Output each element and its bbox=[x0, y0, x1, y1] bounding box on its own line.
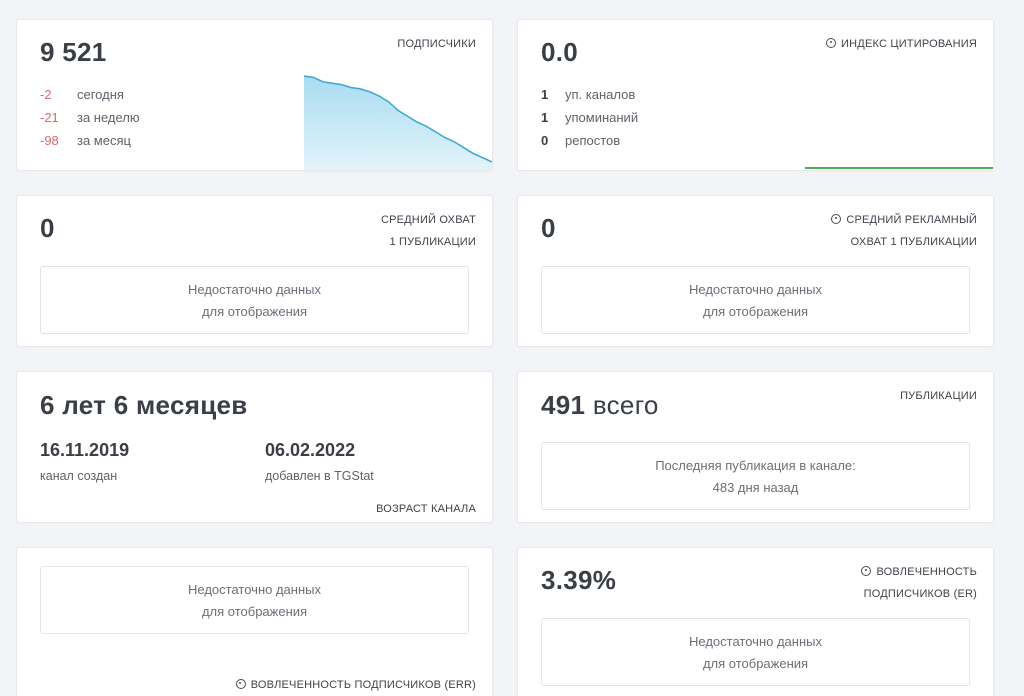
stat-row-mentions: 1 упоминаний bbox=[541, 110, 638, 128]
stat-value: -2 bbox=[40, 87, 52, 102]
er-value: 3.39% bbox=[541, 565, 617, 595]
no-data-box: Недостаточно данных для отображения bbox=[541, 618, 970, 686]
publications-card[interactable]: 491 всего публикации Последняя публикаци… bbox=[517, 371, 994, 523]
avg-ad-reach-label-line2: охват 1 публикации bbox=[850, 236, 977, 248]
help-icon[interactable] bbox=[831, 214, 842, 224]
stat-value: 0 bbox=[541, 133, 549, 148]
channel-age-label: возраст канала bbox=[376, 503, 476, 515]
stat-row-reposts: 0 репостов bbox=[541, 133, 620, 151]
stat-row-week: -21 за неделю bbox=[40, 110, 140, 128]
subscribers-sparkline[interactable] bbox=[304, 74, 492, 171]
stat-text: репостов bbox=[565, 133, 621, 148]
sparkline-area bbox=[304, 76, 492, 170]
publications-number: 491 bbox=[541, 390, 586, 420]
subscribers-card[interactable]: 9 521 подписчики -2 сегодня -21 за недел… bbox=[16, 19, 493, 171]
stat-text: уп. каналов bbox=[565, 87, 636, 102]
no-data-line2: для отображения bbox=[702, 304, 809, 319]
no-data-box: Недостаточно данных для отображения bbox=[541, 266, 970, 334]
last-publication-line1: Последняя публикация в канале: bbox=[655, 458, 856, 473]
citation-label-text: индекс цитирования bbox=[841, 38, 977, 50]
no-data-box: Недостаточно данных для отображения bbox=[40, 266, 469, 334]
created-label: канал создан bbox=[40, 469, 118, 483]
no-data-box: Недостаточно данных для отображения bbox=[40, 566, 469, 634]
help-icon[interactable] bbox=[861, 566, 872, 576]
stat-value: -98 bbox=[40, 133, 59, 148]
er-label-line2: подписчиков (ER) bbox=[863, 588, 977, 600]
no-data-line1: Недостаточно данных bbox=[188, 582, 321, 597]
stat-value: 1 bbox=[541, 110, 549, 125]
avg-reach-label-line2: 1 публикации bbox=[389, 236, 476, 248]
publications-suffix: всего bbox=[592, 390, 659, 420]
no-data-line1: Недостаточно данных bbox=[689, 282, 822, 297]
last-publication-box: Последняя публикация в канале: 483 дня н… bbox=[541, 442, 970, 510]
subscribers-label: подписчики bbox=[397, 38, 476, 50]
subscribers-count: 9 521 bbox=[40, 37, 107, 67]
publications-count: 491 всего bbox=[541, 390, 659, 421]
avg-reach-value: 0 bbox=[40, 213, 55, 243]
stat-text: сегодня bbox=[77, 87, 124, 102]
no-data-line2: для отображения bbox=[201, 304, 308, 319]
stat-row-today: -2 сегодня bbox=[40, 87, 124, 105]
stat-row-month: -98 за месяц bbox=[40, 133, 131, 151]
stat-row-channels: 1 уп. каналов bbox=[541, 87, 635, 105]
citation-card[interactable]: 0.0 индекс цитирования 1 уп. каналов 1 у… bbox=[517, 19, 994, 171]
last-publication-line2: 483 дня назад bbox=[712, 480, 799, 495]
citation-label: индекс цитирования bbox=[826, 33, 977, 55]
avg-ad-reach-value: 0 bbox=[541, 213, 556, 243]
no-data-line2: для отображения bbox=[201, 604, 308, 619]
added-label: добавлен в TGStat bbox=[265, 469, 374, 483]
no-data-line2: для отображения bbox=[702, 656, 809, 671]
avg-ad-reach-label-line1: средний рекламный bbox=[846, 214, 977, 226]
avg-ad-reach-card[interactable]: 0 средний рекламный охват 1 публикации Н… bbox=[517, 195, 994, 347]
added-date: 06.02.2022 bbox=[265, 440, 356, 460]
stat-value: -21 bbox=[40, 110, 59, 125]
created-date: 16.11.2019 bbox=[40, 440, 130, 460]
stat-value: 1 bbox=[541, 87, 549, 102]
help-icon[interactable] bbox=[235, 679, 246, 689]
avg-reach-label: средний охват 1 публикации bbox=[381, 209, 476, 253]
stat-text: за месяц bbox=[77, 133, 131, 148]
no-data-line1: Недостаточно данных bbox=[689, 634, 822, 649]
er-label-line1: вовлеченность bbox=[876, 566, 977, 578]
citation-sparkline bbox=[805, 167, 993, 169]
err-label: вовлеченность подписчиков (ERR) bbox=[235, 674, 476, 696]
no-data-line1: Недостаточно данных bbox=[188, 282, 321, 297]
err-label-text: вовлеченность подписчиков (ERR) bbox=[250, 679, 476, 691]
err-card[interactable]: Недостаточно данных для отображения вовл… bbox=[16, 547, 493, 696]
help-icon[interactable] bbox=[826, 38, 837, 48]
avg-ad-reach-label: средний рекламный охват 1 публикации bbox=[831, 209, 977, 253]
avg-reach-label-line1: средний охват bbox=[380, 214, 476, 226]
publications-label: публикации bbox=[900, 390, 977, 402]
avg-reach-card[interactable]: 0 средний охват 1 публикации Недостаточн… bbox=[16, 195, 493, 347]
stat-text: за неделю bbox=[77, 110, 140, 125]
er-card[interactable]: 3.39% вовлеченность подписчиков (ER) Нед… bbox=[517, 547, 994, 696]
channel-age-card[interactable]: 6 лет 6 месяцев 16.11.2019 канал создан … bbox=[16, 371, 493, 523]
citation-value: 0.0 bbox=[541, 37, 579, 67]
channel-age-value: 6 лет 6 месяцев bbox=[40, 390, 248, 420]
er-label: вовлеченность подписчиков (ER) bbox=[861, 561, 977, 605]
stat-text: упоминаний bbox=[565, 110, 639, 125]
